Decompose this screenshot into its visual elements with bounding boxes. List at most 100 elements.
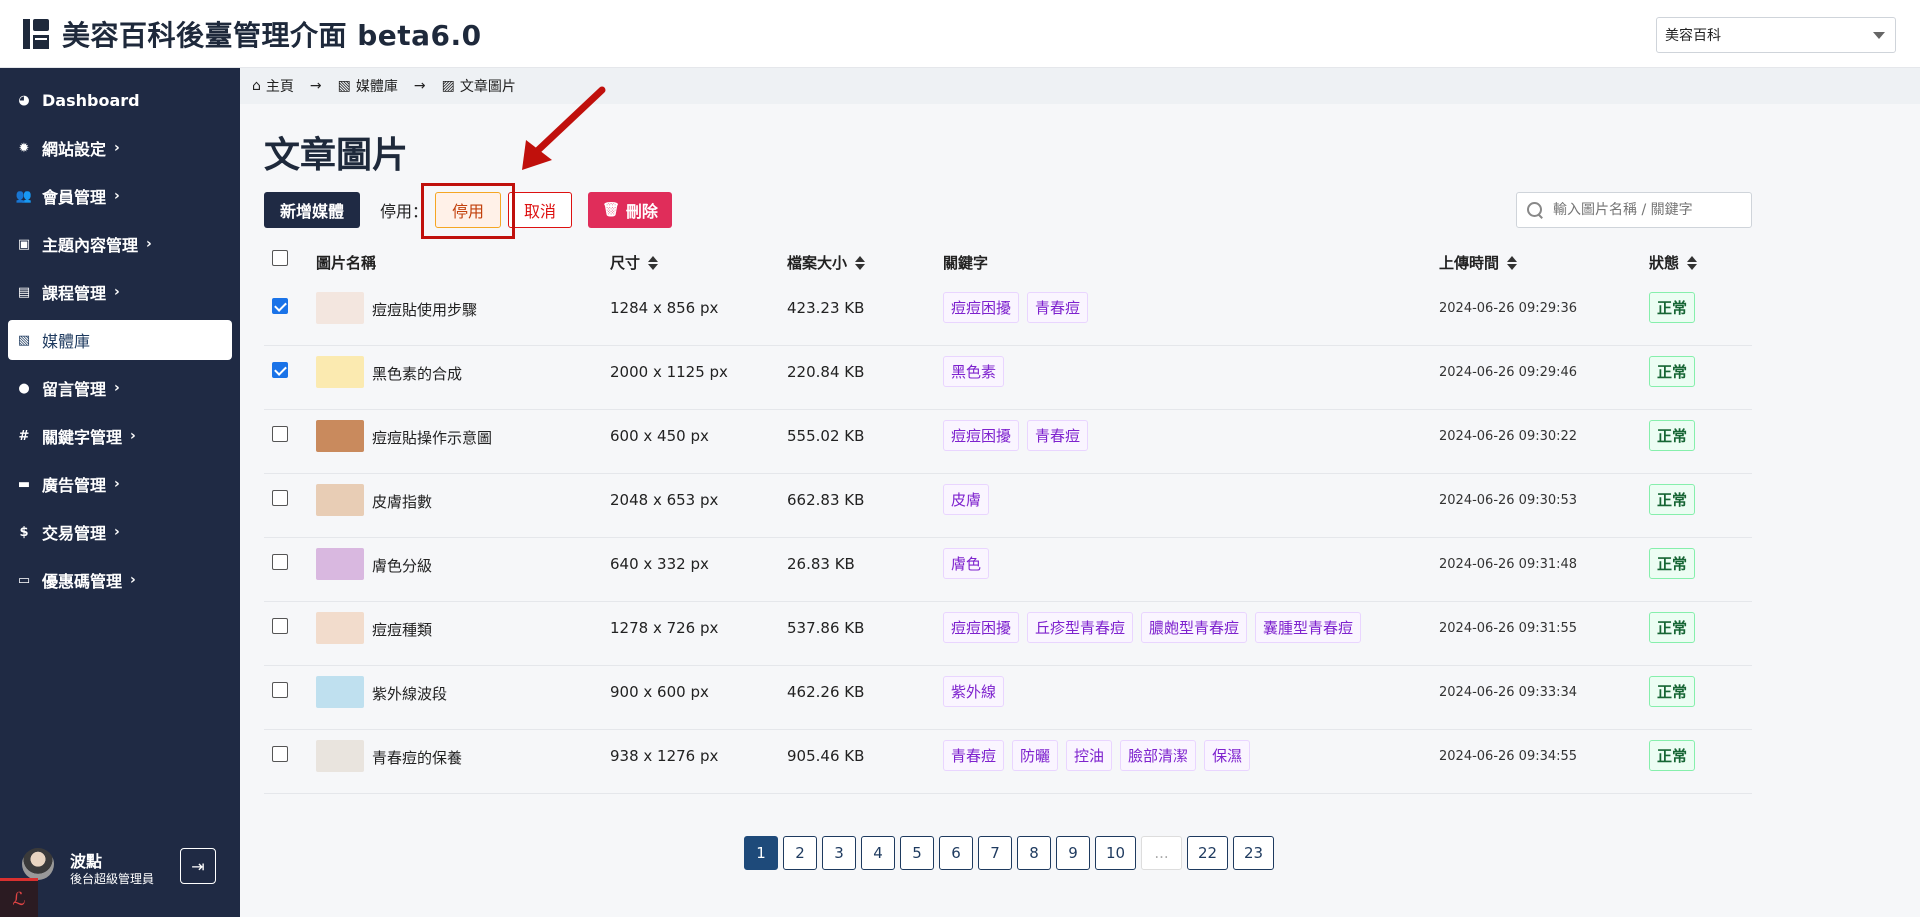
keyword-tag[interactable]: 痘痘困擾 (943, 612, 1020, 643)
image-name[interactable]: 皮膚指數 (372, 491, 432, 512)
row-checkbox[interactable] (272, 362, 288, 378)
image-name[interactable]: 痘痘種類 (372, 619, 432, 640)
keyword-tag[interactable]: 控油 (1066, 740, 1113, 771)
row-checkbox[interactable] (272, 682, 288, 698)
image-thumbnail[interactable] (316, 676, 364, 708)
content-icon: ▣ (17, 236, 31, 252)
page-button-10[interactable]: 10 (1095, 836, 1136, 870)
page-button-2[interactable]: 2 (783, 836, 817, 870)
search-box[interactable] (1516, 192, 1752, 228)
image-thumbnail[interactable] (316, 420, 364, 452)
page-button-1[interactable]: 1 (744, 836, 778, 870)
user-name: 波點 (70, 852, 103, 871)
image-name[interactable]: 痘痘貼使用步驟 (372, 299, 477, 320)
sidebar-item-keywords[interactable]: # 關鍵字管理 › (8, 416, 232, 456)
row-checkbox[interactable] (272, 490, 288, 506)
row-checkbox[interactable] (272, 554, 288, 570)
table-row[interactable]: 痘痘貼使用步驟 1284 x 856 px 423.23 KB 痘痘困擾 青春痘 2024… (264, 282, 1752, 346)
table-row[interactable]: 痘痘種類 1278 x 726 px 537.86 KB 痘痘困擾 丘疹型青春痘 膿皰型青… (264, 602, 1752, 666)
sidebar-item-coupons[interactable]: ▭ 優惠碼管理 › (8, 560, 232, 600)
table-row[interactable]: 膚色分級 640 x 332 px 26.83 KB 膚色 2024-06-26 09:… (264, 538, 1752, 602)
column-header-uploaded[interactable]: 上傳時間 (1439, 252, 1518, 273)
keyword-tag[interactable]: 膚色 (943, 548, 990, 579)
image-thumbnail[interactable] (316, 612, 364, 644)
image-name[interactable]: 紫外線波段 (372, 683, 447, 704)
keyword-tag[interactable]: 防曬 (1012, 740, 1059, 771)
table-row[interactable]: 紫外線波段 900 x 600 px 462.26 KB 紫外線 2024-06-26 … (264, 666, 1752, 730)
table-row[interactable]: 黑色素的合成 2000 x 1125 px 220.84 KB 黑色素 2024-06-… (264, 346, 1752, 410)
sort-icon[interactable] (1687, 255, 1698, 271)
breadcrumb-label: 媒體庫 (355, 79, 398, 95)
select-all-checkbox[interactable] (272, 250, 288, 266)
image-name[interactable]: 痘痘貼操作示意圖 (372, 427, 492, 448)
sidebar-item-comments[interactable]: ● 留言管理 › (8, 368, 232, 408)
sidebar-item-ads[interactable]: ▬ 廣告管理 › (8, 464, 232, 504)
sidebar-item-courses[interactable]: ▤ 課程管理 › (8, 272, 232, 312)
sort-icon[interactable] (1507, 255, 1518, 271)
image-thumbnail[interactable] (316, 356, 364, 388)
keyword-tag[interactable]: 紫外線 (943, 676, 1005, 707)
breadcrumb-media-library[interactable]: ▧ 媒體庫 (338, 76, 398, 96)
site-select[interactable]: 美容百科 (1656, 17, 1896, 53)
keyword-tag[interactable]: 青春痘 (943, 740, 1005, 771)
keyword-tag[interactable]: 膿皰型青春痘 (1141, 612, 1248, 643)
add-media-button[interactable]: 新增媒體 (264, 192, 360, 228)
image-file-size: 26.83 KB (787, 555, 855, 573)
image-name[interactable]: 黑色素的合成 (372, 363, 462, 384)
column-header-status[interactable]: 狀態 (1649, 252, 1698, 273)
laravel-logo-icon[interactable]: ℒ (0, 878, 38, 917)
sort-icon[interactable] (648, 255, 659, 271)
sidebar-item-members[interactable]: 👥 會員管理 › (8, 176, 232, 216)
image-thumbnail[interactable] (316, 548, 364, 580)
page-button-6[interactable]: 6 (939, 836, 973, 870)
keyword-tag[interactable]: 皮膚 (943, 484, 990, 515)
image-thumbnail[interactable] (316, 484, 364, 516)
image-name[interactable]: 膚色分級 (372, 555, 432, 576)
delete-button[interactable]: 🗑 刪除 (588, 192, 672, 228)
image-file-size: 905.46 KB (787, 747, 865, 765)
page-button-22[interactable]: 22 (1187, 836, 1228, 870)
keyword-tag[interactable]: 丘疹型青春痘 (1027, 612, 1134, 643)
keyword-tag[interactable]: 保濕 (1204, 740, 1251, 771)
keyword-tag[interactable]: 痘痘困擾 (943, 292, 1020, 323)
table-row[interactable]: 皮膚指數 2048 x 653 px 662.83 KB 皮膚 2024-06-26 0… (264, 474, 1752, 538)
logout-button[interactable]: ⇥ (180, 848, 216, 884)
cancel-button[interactable]: 取消 (508, 192, 572, 228)
row-checkbox[interactable] (272, 618, 288, 634)
page-button-9[interactable]: 9 (1056, 836, 1090, 870)
keyword-tag[interactable]: 青春痘 (1027, 292, 1089, 323)
page-button-4[interactable]: 4 (861, 836, 895, 870)
sidebar-item-dashboard[interactable]: ◕ Dashboard (8, 80, 232, 120)
brand[interactable]: 美容百科後臺管理介面 beta6.0 (22, 14, 482, 54)
keyword-tags: 痘痘困擾 青春痘 (943, 292, 1096, 323)
sidebar-item-site-settings[interactable]: ✹ 網站設定 › (8, 128, 232, 168)
sidebar-item-content[interactable]: ▣ 主題內容管理 › (8, 224, 232, 264)
page-button-3[interactable]: 3 (822, 836, 856, 870)
table-row[interactable]: 青春痘的保養 938 x 1276 px 905.46 KB 青春痘 防曬 控油 臉部清潔保… (264, 730, 1752, 794)
avatar[interactable] (22, 848, 54, 880)
column-header-file-size[interactable]: 檔案大小 (787, 252, 866, 273)
row-checkbox[interactable] (272, 746, 288, 762)
page-button-8[interactable]: 8 (1017, 836, 1051, 870)
page-button-5[interactable]: 5 (900, 836, 934, 870)
keyword-tag[interactable]: 臉部清潔 (1120, 740, 1197, 771)
search-input[interactable] (1553, 202, 1743, 218)
page-button-7[interactable]: 7 (978, 836, 1012, 870)
column-header-size[interactable]: 尺寸 (610, 252, 659, 273)
sort-icon[interactable] (855, 255, 866, 271)
sidebar: ◕ Dashboard ✹ 網站設定 › 👥 會員管理 › ▣ 主題內容管理 ›… (0, 68, 240, 917)
page-button-23[interactable]: 23 (1233, 836, 1274, 870)
keyword-tag[interactable]: 青春痘 (1027, 420, 1089, 451)
sidebar-item-transactions[interactable]: $ 交易管理 › (8, 512, 232, 552)
keyword-tag[interactable]: 痘痘困擾 (943, 420, 1020, 451)
image-thumbnail[interactable] (316, 292, 364, 324)
image-thumbnail[interactable] (316, 740, 364, 772)
row-checkbox[interactable] (272, 426, 288, 442)
keyword-tag[interactable]: 囊腫型青春痘 (1255, 612, 1362, 643)
table-row[interactable]: 痘痘貼操作示意圖 600 x 450 px 555.02 KB 痘痘困擾 青春痘 2024… (264, 410, 1752, 474)
keyword-tag[interactable]: 黑色素 (943, 356, 1005, 387)
row-checkbox[interactable] (272, 298, 288, 314)
sidebar-item-media-library[interactable]: ▧ 媒體庫 (8, 320, 232, 360)
breadcrumb-home[interactable]: ⌂ 主頁 (252, 76, 294, 96)
image-name[interactable]: 青春痘的保養 (372, 747, 462, 768)
